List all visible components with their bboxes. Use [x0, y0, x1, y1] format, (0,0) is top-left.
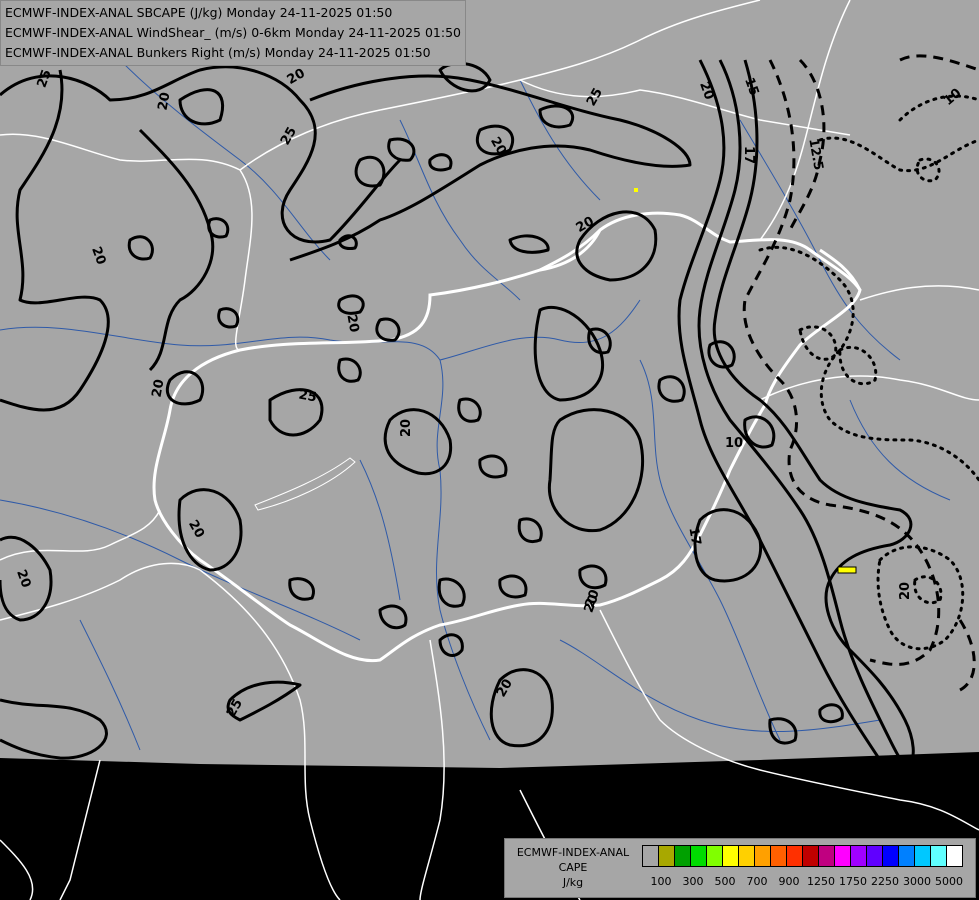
contour-label: 20	[156, 91, 174, 111]
legend-swatch	[642, 845, 659, 867]
legend-swatch	[802, 845, 819, 867]
legend-unit: J/kg	[562, 876, 584, 889]
legend-tick-label: 1250	[807, 875, 835, 888]
legend-swatch	[946, 845, 963, 867]
cape-legend: ECMWF-INDEX-ANAL CAPE J/kg 100 300 500 700 9…	[504, 838, 976, 898]
legend-swatch	[722, 845, 739, 867]
map-title-box: ECMWF-INDEX-ANAL SBCAPE (J/kg) Monday 24…	[0, 0, 466, 66]
legend-swatch	[754, 845, 771, 867]
model-domain	[0, 0, 979, 768]
title-line-windshear: ECMWF-INDEX-ANAL WindShear_ (m/s) 0-6km …	[5, 25, 461, 40]
contour-label: 20	[399, 419, 414, 437]
title-line-bunkers: ECMWF-INDEX-ANAL Bunkers Right (m/s) Mon…	[5, 45, 431, 60]
legend-swatch	[882, 845, 899, 867]
title-line-sbcape: ECMWF-INDEX-ANAL SBCAPE (J/kg) Monday 24…	[5, 5, 393, 20]
legend-tick-label: 700	[746, 875, 768, 888]
contour-label: 20	[150, 378, 168, 398]
contour-label: 20	[898, 582, 913, 600]
contour-label: 20	[343, 313, 361, 333]
contour-label: 17	[685, 526, 703, 546]
legend-swatch	[834, 845, 851, 867]
legend-field-name: CAPE	[558, 861, 588, 874]
weather-map: 25202025 2025 20 1517 12.5102020202520202020…	[0, 0, 979, 900]
contour-label: 17	[741, 146, 756, 164]
legend-model-name: ECMWF-INDEX-ANAL	[516, 846, 630, 859]
legend-tick-label: 3000	[903, 875, 931, 888]
legend-tick-label: 500	[714, 875, 736, 888]
legend-label: ECMWF-INDEX-ANAL CAPE J/kg	[507, 845, 639, 890]
legend-swatch	[914, 845, 931, 867]
legend-tick-labels: 100 300 500 700 900 1250 1750 2250 3000 5000	[643, 875, 973, 889]
legend-swatch	[866, 845, 883, 867]
cape-spot	[634, 188, 638, 192]
legend-tick-label: 300	[682, 875, 704, 888]
legend-tick-label: 2250	[871, 875, 899, 888]
legend-swatch	[738, 845, 755, 867]
legend-tick-label: 100	[650, 875, 672, 888]
legend-swatch	[786, 845, 803, 867]
legend-swatch	[850, 845, 867, 867]
legend-swatch	[658, 845, 675, 867]
legend-tick-label: 900	[778, 875, 800, 888]
contour-label: 25	[297, 388, 317, 406]
legend-swatch	[770, 845, 787, 867]
legend-swatch	[818, 845, 835, 867]
legend-tick-label: 5000	[935, 875, 963, 888]
legend-swatch	[690, 845, 707, 867]
cape-spot	[837, 566, 857, 574]
legend-swatch	[898, 845, 915, 867]
legend-swatch	[674, 845, 691, 867]
legend-swatch	[706, 845, 723, 867]
legend-color-scale	[642, 845, 963, 867]
legend-swatch	[930, 845, 947, 867]
contour-label: 10	[725, 436, 743, 451]
legend-tick-label: 1750	[839, 875, 867, 888]
